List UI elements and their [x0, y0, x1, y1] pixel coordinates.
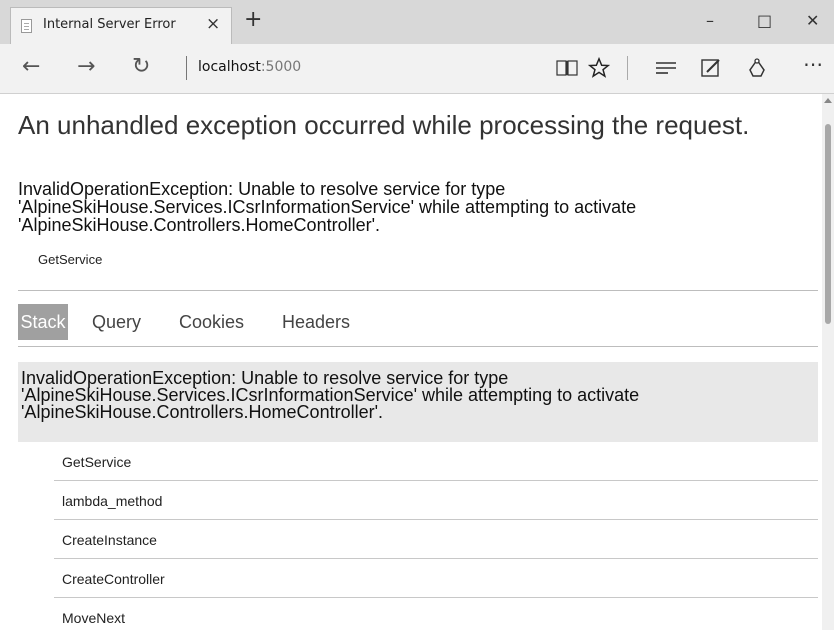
forward-icon[interactable]: → [77, 55, 95, 79]
page-icon [21, 19, 32, 33]
back-icon[interactable]: ← [22, 55, 40, 79]
reading-view-icon[interactable] [556, 59, 578, 77]
stack-frame-list: GetService lambda_method CreateInstance … [54, 442, 818, 630]
vertical-scrollbar[interactable] [822, 94, 834, 630]
page-title: An unhandled exception occurred while pr… [18, 110, 750, 140]
stack-frame-method: CreateController [62, 571, 165, 587]
exception-message: InvalidOperationException: Unable to res… [18, 179, 637, 235]
stack-frame-method: MoveNext [62, 610, 126, 626]
stack-frame[interactable]: MoveNext [54, 598, 818, 630]
navigation-bar: ← → ↻ localhost:5000 ⋯ [0, 44, 834, 94]
more-icon[interactable]: ⋯ [803, 52, 824, 76]
browser-window: Internal Server Error × + – □ ✕ ← → ↻ lo… [0, 0, 834, 630]
address-separator [186, 56, 187, 80]
tab-bar: Internal Server Error × + – □ ✕ [0, 0, 834, 44]
tab-title: Internal Server Error [43, 17, 176, 32]
tab-headers[interactable]: Headers [282, 304, 350, 340]
stack-frame-method: lambda_method [62, 493, 163, 509]
address-port: :5000 [260, 59, 302, 75]
close-window-icon[interactable]: ✕ [806, 12, 819, 30]
divider [18, 346, 818, 347]
maximize-icon[interactable]: □ [757, 12, 772, 30]
web-note-icon[interactable] [700, 57, 722, 79]
stack-frame-method: GetService [62, 454, 132, 470]
share-icon[interactable] [746, 57, 768, 79]
stack-frame[interactable]: lambda_method [54, 481, 818, 520]
stack-exception-message: InvalidOperationException: Unable to res… [21, 368, 640, 422]
page-content: An unhandled exception occurred while pr… [0, 94, 822, 630]
tab-query[interactable]: Query [92, 304, 141, 340]
tab-stack[interactable]: Stack [18, 304, 68, 340]
stack-frame[interactable]: GetService [54, 442, 818, 481]
toolbar-separator [627, 56, 628, 80]
stack-frame[interactable]: CreateInstance [54, 520, 818, 559]
minimize-icon[interactable]: – [706, 12, 714, 30]
scrollbar-thumb[interactable] [825, 124, 831, 324]
exception-method: GetService [38, 252, 103, 267]
favorite-star-icon[interactable] [588, 57, 610, 79]
stack-exception-header: InvalidOperationException: Unable to res… [18, 362, 818, 442]
stack-frame[interactable]: CreateController [54, 559, 818, 598]
refresh-icon[interactable]: ↻ [132, 55, 150, 79]
address-host: localhost [198, 59, 261, 75]
address-bar[interactable]: localhost:5000 [198, 59, 301, 75]
divider [18, 290, 818, 291]
stack-frame-method: CreateInstance [62, 532, 157, 548]
new-tab-icon[interactable]: + [244, 9, 262, 31]
browser-tab[interactable]: Internal Server Error × [10, 7, 232, 44]
tab-close-icon[interactable]: × [206, 14, 220, 34]
scroll-up-icon[interactable] [824, 98, 832, 103]
tab-cookies[interactable]: Cookies [179, 304, 244, 340]
hub-icon[interactable] [655, 60, 677, 76]
